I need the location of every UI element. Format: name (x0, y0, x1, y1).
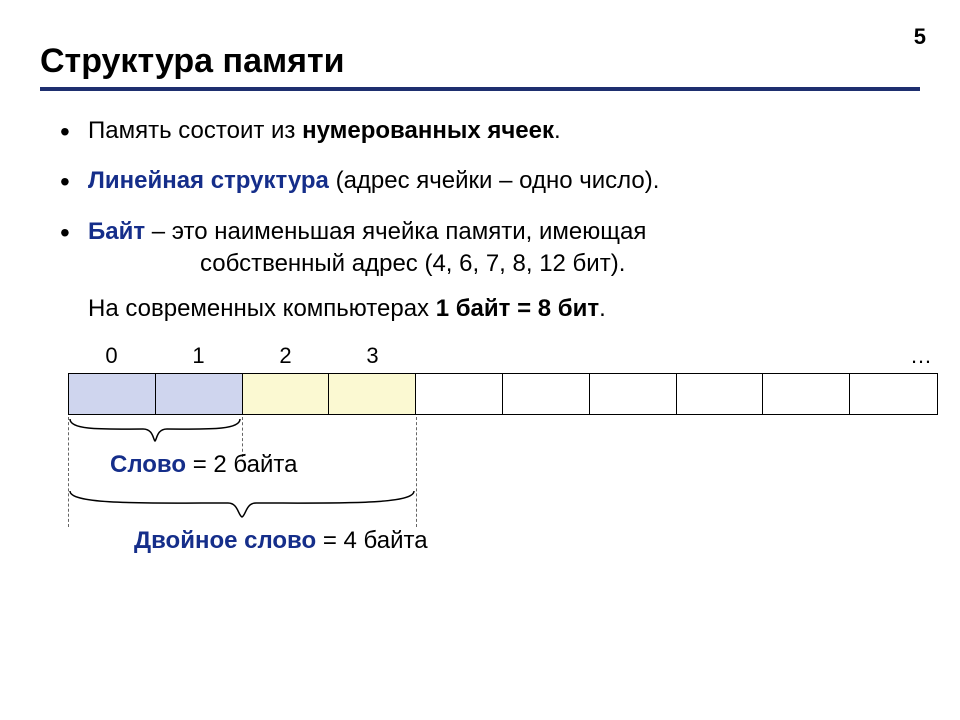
brace-word (68, 417, 242, 443)
brace-dword (68, 489, 416, 519)
vline-right (416, 417, 417, 527)
idx-0: 0 (68, 343, 155, 369)
cell-0 (69, 374, 156, 414)
bullet-1-text-pre: Память состоит из (88, 117, 302, 144)
slide-title: Структура памяти (40, 42, 920, 81)
label-dword: Двойное слово = 4 байта (134, 527, 428, 555)
cell-2 (243, 374, 330, 414)
idx-spacer (416, 343, 882, 369)
bullet-3-line2: собственный адрес (4, 6, 7, 8, 12 бит). (200, 248, 920, 280)
bullet-2: Линейная структура (адрес ячейки – одно … (60, 165, 920, 197)
bullet-3-line1: – это наименьшая ячейка памяти, имеющая (145, 218, 646, 245)
bullet-3-term: Байт (88, 218, 145, 245)
label-dword-rest: = 4 байта (316, 527, 427, 554)
bullet-2-rest: (адрес ячейки – одно число). (329, 167, 660, 194)
cell-9 (850, 374, 937, 414)
bullet-list: Память состоит из нумерованных ячеек. Ли… (60, 115, 920, 281)
subline-pre: На современных компьютерах (88, 295, 436, 322)
cell-4 (416, 374, 503, 414)
bullet-2-term: Линейная структура (88, 167, 329, 194)
title-rule (40, 87, 920, 91)
label-word: Слово = 2 байта (110, 451, 297, 479)
cell-7 (677, 374, 764, 414)
idx-1: 1 (155, 343, 242, 369)
vline-left (68, 417, 69, 527)
label-word-rest: = 2 байта (186, 451, 297, 478)
cell-indices: 0 1 2 3 … (68, 343, 938, 369)
page-number: 5 (914, 24, 926, 50)
label-word-term: Слово (110, 451, 186, 478)
bullet-3: Байт – это наименьшая ячейка памяти, име… (60, 216, 920, 281)
slide: 5 Структура памяти Память состоит из нум… (0, 0, 960, 720)
bullet-1: Память состоит из нумерованных ячеек. (60, 115, 920, 147)
idx-3: 3 (329, 343, 416, 369)
subline: На современных компьютерах 1 байт = 8 би… (88, 293, 920, 325)
memory-diagram: 0 1 2 3 … Сл (68, 343, 938, 415)
idx-2: 2 (242, 343, 329, 369)
cell-3 (329, 374, 416, 414)
label-dword-term: Двойное слово (134, 527, 316, 554)
cell-1 (156, 374, 243, 414)
subline-bold: 1 байт = 8 бит (436, 295, 599, 322)
memory-cells (68, 373, 938, 415)
cell-6 (590, 374, 677, 414)
cell-5 (503, 374, 590, 414)
subline-post: . (599, 295, 606, 322)
bullet-1-text-post: . (554, 117, 561, 144)
bullet-1-text-bold: нумерованных ячеек (302, 117, 554, 144)
cell-8 (763, 374, 850, 414)
idx-dots: … (882, 343, 938, 369)
